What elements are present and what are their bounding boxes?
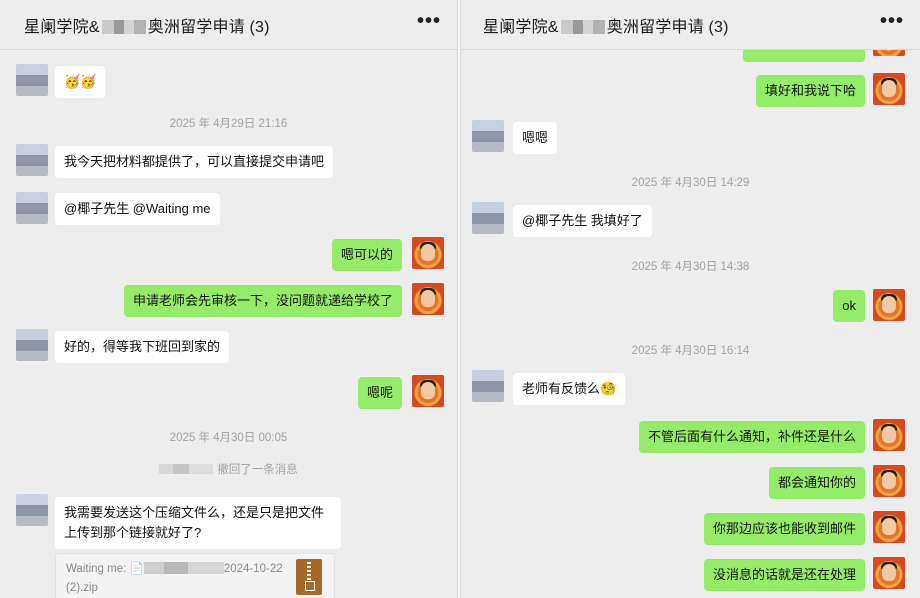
recall-text: 撤回了一条消息 [217, 464, 298, 476]
redacted-name [560, 19, 605, 34]
more-options-icon[interactable]: ••• [880, 11, 904, 31]
avatar[interactable] [16, 329, 48, 361]
avatar-self[interactable] [873, 557, 905, 589]
message-bubble-incoming: @椰子先生 我填好了 [513, 205, 652, 237]
recall-notice: 撤回了一条消息 [0, 461, 457, 477]
chat-title-suffix: 奥洲留学申请 (3) [147, 18, 270, 36]
avatar-self[interactable] [412, 375, 444, 407]
message-bubble-outgoing: 填好和我说下哈 [755, 75, 865, 107]
chat-title-suffix: 奥洲留学申请 (3) [606, 18, 729, 36]
avatar[interactable] [16, 64, 48, 96]
quoted-file-text: Waiting me: 📄 2024-10-22 (2).zip [66, 560, 294, 598]
message-bubble-outgoing: 都会通知你的 [768, 467, 865, 499]
message-bubble-partial [743, 48, 865, 62]
avatar-self[interactable] [412, 237, 444, 269]
avatar-self[interactable] [873, 465, 905, 497]
message-bubble-outgoing: 申请老师会先审核一下，没问题就递给学校了 [123, 285, 402, 317]
quote-prefix: Waiting me: 📄 [66, 563, 144, 575]
avatar-self[interactable] [873, 511, 905, 543]
message-bubble-outgoing: 嗯可以的 [331, 239, 402, 271]
avatar-self[interactable] [873, 73, 905, 105]
message-bubble-incoming: 嗯嗯 [513, 122, 558, 154]
timestamp: 2025 年 4月30日 14:29 [631, 177, 750, 189]
avatar[interactable] [16, 192, 48, 224]
message-bubble-outgoing: ok [833, 290, 865, 322]
avatar-face [882, 472, 896, 489]
redacted-filename [143, 562, 224, 574]
chat-title: 星阑学院& 奥洲留学申请 (3) [483, 13, 729, 37]
avatar-self[interactable] [873, 419, 905, 451]
timestamp: 2025 年 4月29日 21:16 [169, 118, 288, 130]
avatar-face [882, 80, 896, 97]
chat-pane-right: 星阑学院& 奥洲留学申请 (3) ••• 填好和我说下哈 嗯嗯 2025 年 4月… [461, 0, 920, 598]
zip-file-icon [296, 559, 322, 595]
message-bubble-outgoing: 不管后面有什么通知，补件还是什么 [638, 421, 865, 453]
avatar[interactable] [472, 370, 504, 402]
message-bubble-incoming: 我今天把材料都提供了，可以直接提交申请吧 [55, 146, 334, 178]
chat-title: 星阑学院& 奥洲留学申请 (3) [24, 13, 270, 37]
chat-title-prefix: 星阑学院& [24, 18, 100, 36]
avatar-face [421, 382, 435, 399]
avatar[interactable] [16, 144, 48, 176]
message-bubble-incoming: 🥳🥳 [55, 66, 106, 98]
avatar-face [421, 244, 435, 261]
avatar-face [882, 296, 896, 313]
avatar[interactable] [472, 120, 504, 152]
chat-header: 星阑学院& 奥洲留学申请 (3) ••• [461, 0, 920, 50]
avatar-self[interactable] [412, 283, 444, 315]
avatar-face [882, 518, 896, 535]
avatar-face [882, 426, 896, 443]
redacted-name [101, 19, 146, 34]
chat-pane-left: 星阑学院& 奥洲留学申请 (3) ••• 🥳🥳 2025 年 4月29日 21:1… [0, 0, 457, 598]
message-bubble-outgoing: 嗯呢 [357, 377, 402, 409]
chat-title-prefix: 星阑学院& [483, 18, 559, 36]
timestamp: 2025 年 4月30日 00:05 [169, 432, 288, 444]
quoted-file-card[interactable]: Waiting me: 📄 2024-10-22 (2).zip [55, 553, 335, 598]
message-bubble-incoming: @椰子先生 @Waiting me [55, 193, 220, 225]
more-options-icon[interactable]: ••• [417, 11, 441, 31]
avatar-face [421, 290, 435, 307]
avatar-self[interactable] [873, 289, 905, 321]
message-bubble-incoming: 好的，得等我下班回到家的 [55, 331, 230, 363]
message-bubble-outgoing: 没消息的话就是还在处理 [703, 559, 865, 591]
redacted-name [159, 464, 214, 474]
avatar[interactable] [16, 494, 48, 526]
avatar[interactable] [472, 202, 504, 234]
message-bubble-incoming: 我需要发送这个压缩文件么，还是只是把文件上传到那个链接就好了? [55, 497, 341, 549]
chat-header: 星阑学院& 奥洲留学申请 (3) ••• [0, 0, 457, 50]
timestamp: 2025 年 4月30日 14:38 [631, 261, 750, 273]
timestamp: 2025 年 4月30日 16:14 [631, 345, 750, 357]
message-bubble-outgoing: 你那边应该也能收到邮件 [703, 513, 865, 545]
message-bubble-incoming: 老师有反馈么🧐 [513, 373, 626, 405]
avatar-face [882, 564, 896, 581]
